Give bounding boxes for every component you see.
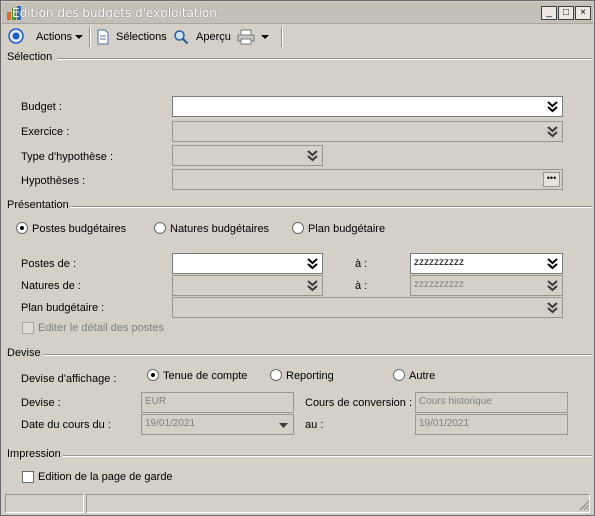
radio-autre-label: Autre — [409, 370, 436, 382]
postes-a-value: zzzzzzzzzz — [414, 257, 464, 268]
maximize-button[interactable]: □ — [558, 6, 574, 20]
natures-de-label: Natures de : — [21, 280, 81, 292]
double-chevron-down-icon[interactable] — [545, 124, 560, 139]
radio-natures-budgetaires[interactable] — [154, 222, 166, 234]
document-icon — [97, 29, 109, 45]
section-impression: Impression — [7, 448, 61, 460]
title-bar: Edition des budgets d'exploitation _ □ × — [2, 2, 593, 24]
resize-grip-icon[interactable] — [578, 499, 590, 511]
hypotheses-field[interactable]: ••• — [172, 169, 563, 190]
close-button[interactable]: × — [575, 6, 591, 20]
printer-icon — [237, 29, 255, 45]
double-chevron-down-icon[interactable] — [545, 278, 560, 293]
devise-label: Devise : — [21, 397, 61, 409]
radio-tenue-label: Tenue de compte — [163, 370, 248, 382]
devise-affichage-label: Devise d'affichage : — [21, 373, 117, 385]
type-hypothese-label: Type d'hypothèse : — [21, 151, 113, 163]
devise-value: EUR — [145, 396, 167, 407]
divider — [57, 58, 592, 60]
maximize-icon: □ — [562, 7, 570, 18]
date-cours-label: Date du cours du : — [21, 419, 111, 431]
main-window: Edition des budgets d'exploitation _ □ ×… — [0, 0, 595, 516]
postes-de-field[interactable] — [172, 253, 323, 274]
budget-label: Budget : — [21, 101, 62, 113]
actions-menu[interactable]: Actions — [36, 28, 84, 46]
section-selection: Sélection — [7, 51, 53, 63]
postes-a-field[interactable]: zzzzzzzzzz — [410, 253, 563, 274]
magnifier-icon — [174, 30, 189, 45]
au-label: au : — [305, 419, 324, 431]
devise-field[interactable]: EUR — [141, 392, 294, 413]
print-button[interactable] — [237, 28, 273, 46]
toolbar-separator — [281, 27, 283, 47]
natures-a-value: zzzzzzzzzz — [414, 279, 464, 290]
exercice-field[interactable] — [172, 121, 563, 142]
actions-label: Actions — [36, 31, 73, 43]
hypotheses-label: Hypothèses : — [21, 175, 86, 187]
divider — [63, 455, 592, 457]
budget-field[interactable] — [172, 96, 563, 117]
radio-reporting[interactable] — [270, 369, 282, 381]
date-cours-value: 19/01/2021 — [145, 418, 196, 429]
refresh-icon[interactable] — [8, 28, 24, 44]
natures-de-field[interactable] — [172, 275, 323, 296]
minimize-icon: _ — [546, 7, 552, 18]
divider — [71, 206, 592, 208]
cours-conversion-field[interactable]: Cours historique — [415, 392, 568, 413]
cours-conversion-value: Cours historique — [419, 396, 492, 407]
status-panel — [5, 494, 84, 513]
plan-budgetaire-label: Plan budgétaire : — [21, 302, 105, 314]
page-de-garde-label: Edition de la page de garde — [38, 471, 173, 483]
radio-postes-label: Postes budgétaires — [32, 223, 127, 235]
plan-budgetaire-field[interactable] — [172, 297, 563, 318]
chevron-down-icon — [261, 35, 269, 39]
detail-postes-label: Editer le détail des postes — [38, 322, 164, 334]
divider — [43, 354, 592, 356]
radio-tenue-de-compte[interactable] — [147, 369, 159, 381]
double-chevron-down-icon[interactable] — [305, 256, 320, 271]
double-chevron-down-icon[interactable] — [545, 99, 560, 114]
ellipsis-button[interactable]: ••• — [543, 172, 560, 187]
double-chevron-down-icon[interactable] — [305, 148, 320, 163]
minimize-button[interactable]: _ — [541, 6, 557, 20]
status-panel — [86, 494, 590, 513]
au-value: 19/01/2021 — [419, 418, 470, 429]
exercice-label: Exercice : — [21, 126, 70, 138]
toolbar: Actions Sélections Aperçu — [2, 25, 593, 49]
status-bar — [2, 494, 593, 514]
type-hypothese-field[interactable] — [172, 145, 323, 166]
date-cours-field[interactable]: 19/01/2021 — [141, 414, 294, 435]
close-icon: × — [580, 7, 586, 18]
selections-label: Sélections — [116, 31, 167, 43]
radio-reporting-label: Reporting — [286, 370, 334, 382]
detail-postes-checkbox[interactable] — [22, 322, 34, 334]
double-chevron-down-icon[interactable] — [545, 256, 560, 271]
cours-conversion-label: Cours de conversion : — [305, 397, 412, 409]
double-chevron-down-icon[interactable] — [305, 278, 320, 293]
chevron-down-icon — [75, 35, 84, 40]
radio-plan-label: Plan budgétaire — [308, 223, 386, 235]
postes-a-label: à : — [355, 258, 368, 270]
postes-de-label: Postes de : — [21, 258, 77, 270]
radio-postes-budgetaires[interactable] — [16, 222, 28, 234]
chevron-down-icon[interactable] — [276, 418, 291, 433]
apercu-label: Aperçu — [196, 31, 231, 43]
double-chevron-down-icon[interactable] — [545, 300, 560, 315]
section-presentation: Présentation — [7, 199, 69, 211]
radio-plan-budgetaire[interactable] — [292, 222, 304, 234]
page-de-garde-checkbox[interactable] — [22, 471, 34, 483]
natures-a-label: à : — [355, 280, 368, 292]
radio-autre[interactable] — [393, 369, 405, 381]
natures-a-field[interactable]: zzzzzzzzzz — [410, 275, 563, 296]
toolbar-separator — [89, 27, 91, 47]
window-title: Edition des budgets d'exploitation — [12, 6, 217, 20]
au-field[interactable]: 19/01/2021 — [415, 414, 568, 435]
section-devise: Devise — [7, 347, 41, 359]
radio-natures-label: Natures budgétaires — [170, 223, 270, 235]
